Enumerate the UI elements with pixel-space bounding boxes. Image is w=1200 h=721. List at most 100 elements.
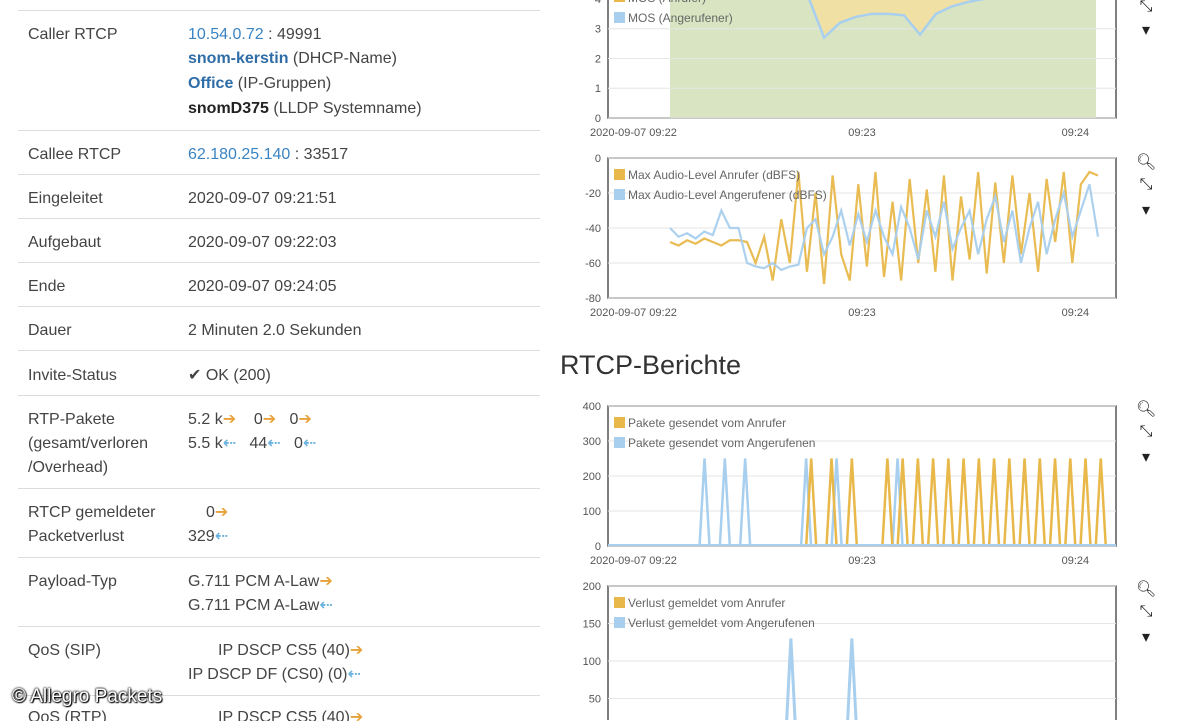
rtp-in-total: 5.5 k (188, 435, 223, 452)
arrow-left-icon: ⇠ (302, 435, 317, 452)
legend-swatch (614, 617, 625, 628)
rtp-out-lost: 0 (253, 411, 263, 428)
y-tick-label: 0 (595, 153, 601, 165)
y-tick-label: -60 (585, 258, 601, 270)
arrow-right-icon: ➔ (319, 573, 333, 590)
caller-ip-link[interactable]: 10.54.0.72 (188, 26, 264, 43)
y-tick-label: 0 (595, 113, 601, 125)
y-tick-label: -40 (585, 223, 601, 235)
legend-label: Max Audio-Level Anrufer (dBFS) (628, 168, 800, 182)
y-tick-label: 3 (595, 24, 601, 36)
caller-dhcp-suffix: (DHCP-Name) (292, 50, 397, 67)
y-tick-label: 400 (583, 401, 601, 413)
expand-icon[interactable]: ⤡ (1136, 0, 1156, 16)
arrow-left-icon: ⇠ (347, 666, 361, 683)
arrow-right-icon: ➔ (298, 411, 312, 428)
y-tick-label: 2 (595, 53, 601, 65)
rtcp-verlust-label-2: Packetverlust (28, 528, 125, 545)
search-icon[interactable]: 🔍︎ (1136, 579, 1156, 599)
row-callee-rtcp: Callee RTCP 62.180.25.140 : 33517 (18, 130, 540, 175)
qos-rtp-out: IP DSCP CS5 (40) (218, 709, 350, 721)
copyright-watermark: © Allegro Packets (12, 686, 163, 707)
dauer-label: Dauer (28, 322, 72, 339)
y-tick-label: 150 (583, 619, 601, 631)
legend-label: Verlust gemeldet vom Angerufenen (628, 616, 815, 630)
legend-swatch (614, 437, 625, 448)
caller-lldp-name: snomD375 (188, 100, 269, 117)
callee-rtcp-label: Callee RTCP (28, 146, 122, 163)
x-tick-label: 09:23 (848, 307, 876, 319)
rtp-pakete-label-1: RTP-Pakete (28, 411, 115, 428)
chevron-down-icon[interactable]: ▾ (1136, 20, 1156, 40)
row-qos-sip: QoS (SIP) IP DSCP CS5 (40)➔ IP DSCP DF (… (18, 626, 540, 695)
expand-icon[interactable]: ⤡ (1136, 423, 1156, 441)
arrow-left-icon: ⇠ (222, 435, 237, 452)
caller-rtcp-label: Caller RTCP (28, 26, 118, 43)
qos-sip-in: IP DSCP DF (CS0) (0) (188, 666, 348, 683)
qos-sip-label: QoS (SIP) (28, 642, 101, 659)
caller-dhcp-link[interactable]: snom-kerstin (188, 50, 288, 67)
y-tick-label: 200 (583, 581, 601, 593)
legend-swatch (614, 169, 625, 180)
legend-label: Max Audio-Level Angerufener (dBFS) (628, 188, 827, 202)
legend-swatch (614, 0, 625, 2)
x-tick-label: 2020-09-07 09:22 (590, 555, 677, 567)
x-tick-label: 09:23 (848, 555, 876, 567)
arrow-left-icon: ⇠ (267, 435, 281, 452)
legend-label: Pakete gesendet vom Angerufenen (628, 436, 815, 450)
legend-label: MOS (Anrufer) (628, 0, 706, 5)
caller-ipgroup-suffix: (IP-Gruppen) (237, 75, 332, 92)
invite-status-value: OK (200) (205, 367, 271, 384)
y-tick-label: 1 (595, 83, 601, 95)
caller-lldp-suffix: (LLDP Systemname) (273, 100, 422, 117)
row-rtp-pakete: RTP-Pakete (gesamt/verloren /Overhead) 5… (18, 395, 540, 488)
row-ende: Ende 2020-09-07 09:24:05 (18, 262, 540, 307)
expand-icon[interactable]: ⤡ (1136, 176, 1156, 194)
caller-ipgroup-link[interactable]: Office (188, 75, 233, 92)
chevron-down-icon[interactable]: ▾ (1136, 200, 1156, 220)
arrow-right-icon: ➔ (214, 504, 229, 521)
x-tick-label: 09:24 (1062, 307, 1090, 319)
callee-ip-link[interactable]: 62.180.25.140 (188, 146, 290, 163)
aufgebaut-value: 2020-09-07 09:22:03 (188, 234, 337, 251)
eingeleitet-label: Eingeleitet (28, 190, 103, 207)
check-icon: ✔ (188, 367, 202, 384)
rtcp-verlust-out: 0 (206, 504, 215, 521)
callee-port: : 33517 (294, 146, 349, 163)
rtcp-verlust-in: 329 (188, 528, 215, 545)
x-tick-label: 09:23 (848, 127, 876, 139)
y-tick-label: 100 (583, 656, 601, 668)
legend-swatch (614, 12, 625, 23)
y-tick-label: 300 (583, 436, 601, 448)
y-tick-label: 0 (595, 541, 601, 553)
arrow-left-icon: ⇠ (214, 528, 229, 545)
arrow-right-icon: ➔ (262, 411, 277, 428)
search-icon[interactable]: 🔍︎ (1136, 399, 1156, 419)
arrow-right-icon: ➔ (222, 411, 237, 428)
expand-icon[interactable]: ⤡ (1136, 603, 1156, 621)
legend-swatch (614, 597, 625, 608)
rtcp-verlust-label-1: RTCP gemeldeter (28, 504, 156, 521)
eingeleitet-value: 2020-09-07 09:21:51 (188, 190, 337, 207)
row-caller-rtcp: Caller RTCP 10.54.0.72 : 49991 snom-kers… (18, 10, 540, 129)
chevron-down-icon[interactable]: ▾ (1136, 627, 1156, 647)
row-aufgebaut: Aufgebaut 2020-09-07 09:22:03 (18, 218, 540, 263)
search-icon[interactable]: 🔍︎ (1136, 152, 1156, 172)
qos-sip-out: IP DSCP CS5 (40) (218, 642, 350, 659)
legend-label: Pakete gesendet vom Anrufer (628, 416, 786, 430)
rtp-in-lost: 44 (249, 435, 268, 452)
rtp-in-overhead: 0 (293, 435, 303, 452)
x-tick-label: 2020-09-07 09:22 (590, 307, 677, 319)
row-invite-status: Invite-Status ✔ OK (200) (18, 350, 540, 395)
y-tick-label: -20 (585, 188, 601, 200)
aufgebaut-label: Aufgebaut (28, 234, 101, 251)
legend-label: MOS (Angerufener) (628, 11, 733, 25)
y-tick-label: -80 (585, 293, 601, 305)
row-payload: Payload-Typ G.711 PCM A-Law➔ G.711 PCM A… (18, 557, 540, 626)
chevron-down-icon[interactable]: ▾ (1136, 447, 1156, 467)
dauer-value: 2 Minuten 2.0 Sekunden (188, 322, 362, 339)
x-tick-label: 09:24 (1062, 555, 1090, 567)
payload-label: Payload-Typ (28, 573, 117, 590)
rtp-out-total: 5.2 k (188, 411, 223, 428)
invite-status-label: Invite-Status (28, 367, 117, 384)
